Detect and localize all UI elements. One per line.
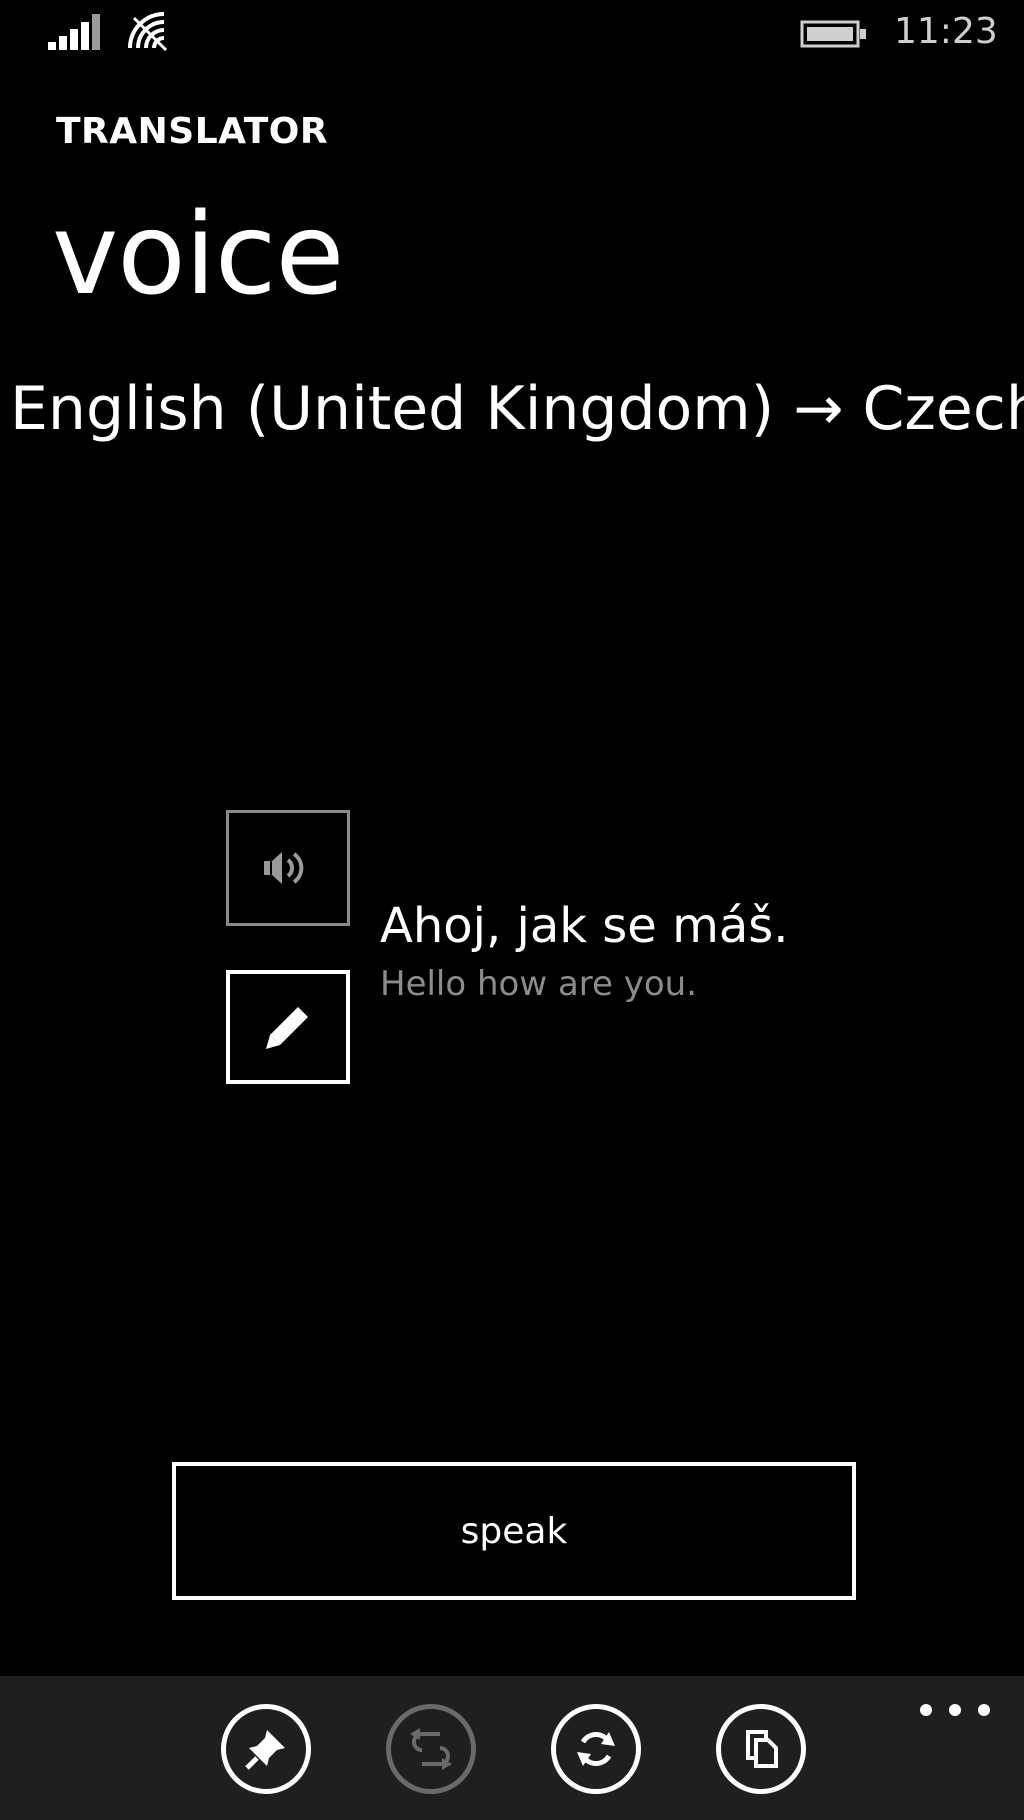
battery-icon xyxy=(800,20,866,48)
app-bar xyxy=(0,1676,1024,1820)
wifi-icon xyxy=(128,12,168,52)
signal-icon xyxy=(48,14,100,50)
ellipsis-icon xyxy=(949,1704,961,1716)
speak-button[interactable]: speak xyxy=(172,1462,856,1600)
ellipsis-icon xyxy=(978,1704,990,1716)
app-title: TRANSLATOR xyxy=(56,111,329,152)
status-bar: 11:23 xyxy=(0,0,1024,70)
pin-button[interactable] xyxy=(221,1704,311,1794)
more-options-button[interactable] xyxy=(920,1690,990,1730)
play-translation-button[interactable] xyxy=(226,810,350,926)
page-title: voice xyxy=(52,190,344,320)
pin-icon xyxy=(245,1730,285,1770)
speaker-icon xyxy=(264,852,304,884)
copy-button[interactable] xyxy=(716,1704,806,1794)
swap-arrows-icon xyxy=(410,1728,452,1770)
pencil-icon xyxy=(266,1007,308,1049)
source-text: Hello how are you. xyxy=(380,964,698,1004)
swap-languages-button[interactable] xyxy=(386,1704,476,1794)
refresh-icon xyxy=(577,1731,615,1767)
ellipsis-icon xyxy=(920,1704,932,1716)
translated-text: Ahoj, jak se máš. xyxy=(380,898,789,954)
refresh-button[interactable] xyxy=(551,1704,641,1794)
edit-translation-button[interactable] xyxy=(226,970,350,1084)
language-pair[interactable]: English (United Kingdom) → Czech xyxy=(0,372,1024,446)
copy-icon xyxy=(746,1730,778,1768)
clock: 11:23 xyxy=(894,11,998,52)
